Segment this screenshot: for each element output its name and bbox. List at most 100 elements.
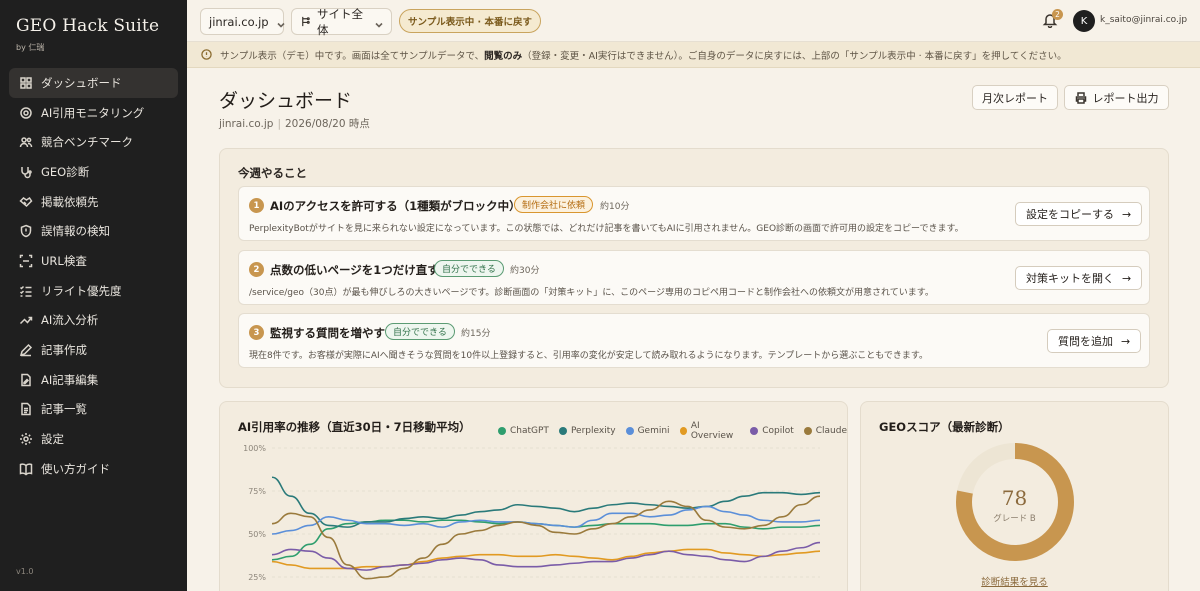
- sidebar-item-label: 掲載依頼先: [41, 194, 99, 209]
- score-grade: グレード B: [993, 514, 1036, 524]
- pen-icon: [19, 343, 33, 357]
- chevron-down-icon: [375, 18, 383, 28]
- y-tick-label: 50%: [248, 530, 266, 539]
- sidebar-item-label: AI流入分析: [41, 313, 99, 328]
- sample-mode-toggle[interactable]: サンプル表示中 · 本番に戻す: [399, 9, 541, 33]
- list-check-icon: [19, 284, 33, 298]
- arrow-right-icon: →: [1122, 207, 1132, 221]
- export-report-button[interactable]: レポート出力: [1064, 85, 1169, 110]
- sidebar-item-label: 使い方ガイド: [41, 461, 110, 476]
- sidebar-item-6[interactable]: URL検査: [9, 246, 178, 276]
- sidebar-item-label: AI記事編集: [41, 372, 99, 387]
- scope-icon: [300, 16, 311, 27]
- page-date: 2026/08/20 時点: [284, 118, 370, 130]
- page-domain: jinrai.co.jp: [219, 118, 274, 130]
- task-badge: 自分でできる: [385, 323, 455, 340]
- task-title: AIのアクセスを許可する（1種類がブロック中）: [270, 199, 521, 213]
- version-label: v1.0: [16, 567, 34, 576]
- topbar: jinrai.co.jp サイト全体 サンプル表示中 · 本番に戻す 2 K k…: [187, 0, 1200, 42]
- printer-icon: [1075, 91, 1093, 104]
- file-edit-icon: [19, 373, 33, 387]
- sidebar-item-10[interactable]: AI記事編集: [9, 365, 178, 395]
- sidebar-nav: ダッシュボード AI引用モニタリング 競合ベンチマーク GEO診断掲載依頼先誤情報の検…: [9, 68, 178, 484]
- file-list-icon: [19, 402, 33, 416]
- task-badge: 制作会社に依頼: [514, 196, 594, 213]
- sidebar-item-12[interactable]: 設定: [9, 424, 178, 454]
- sidebar-item-label: URL検査: [41, 253, 87, 268]
- series-line-perplexity: [271, 476, 821, 528]
- users-icon: [19, 135, 33, 149]
- target-icon: [19, 106, 33, 120]
- sidebar-item-label: ダッシュボード: [41, 75, 122, 90]
- task-title: 点数の低いページを1つだけ直す: [270, 263, 439, 277]
- sidebar-item-label: 記事作成: [41, 343, 87, 358]
- sidebar-item-0[interactable]: ダッシュボード: [9, 68, 178, 98]
- sidebar-item-4[interactable]: 掲載依頼先: [9, 187, 178, 217]
- task-action-button[interactable]: 設定をコピーする →: [1015, 202, 1143, 226]
- page-meta: jinrai.co.jp | 2026/08/20 時点: [219, 116, 370, 131]
- domain-select[interactable]: jinrai.co.jp: [200, 8, 285, 35]
- sidebar-item-11[interactable]: 記事一覧: [9, 395, 178, 425]
- arrow-right-icon: →: [1121, 334, 1131, 348]
- notification-button[interactable]: 2: [1042, 9, 1063, 30]
- task-card: 1 AIのアクセスを許可する（1種類がブロック中） 制作会社に依頼 約10分 Perpl…: [238, 186, 1150, 241]
- sidebar-item-3[interactable]: GEO診断: [9, 157, 178, 187]
- task-card: 2 点数の低いページを1つだけ直す 自分でできる 約30分/service/geo（3…: [238, 250, 1150, 305]
- series-line-gemini: [271, 505, 821, 535]
- handshake-icon: [19, 195, 33, 209]
- sidebar-item-8[interactable]: AI流入分析: [9, 306, 178, 336]
- sidebar-item-9[interactable]: 記事作成: [9, 335, 178, 365]
- sidebar-item-label: AI引用モニタリング: [41, 105, 145, 120]
- brand: GEO Hack Suite by 仁瑞: [16, 16, 159, 53]
- notice-text: サンプル表示（デモ）中です。画面は全てサンプルデータで、閲覧のみ（登録・変更・A…: [220, 50, 1067, 62]
- citation-chart-panel: AI引用率の推移（直近30日・7日移動平均） ChatGPT Perplexity…: [219, 401, 848, 591]
- trend-icon: [19, 313, 33, 327]
- citation-line-chart: 100% 75% 50% 25%: [243, 444, 821, 582]
- user-email[interactable]: k_saito@jinrai.co.jp: [1100, 15, 1187, 25]
- sidebar-item-7[interactable]: リライト優先度: [9, 276, 178, 306]
- weekly-tasks-panel: 今週やること 1 AIのアクセスを許可する（1種類がブロック中） 制作会社に依頼 約1…: [219, 148, 1169, 388]
- task-title: 監視する質問を増やす: [270, 326, 385, 340]
- domain-select-value: jinrai.co.jp: [209, 14, 269, 29]
- task-action-label: 設定をコピーする: [1026, 208, 1114, 221]
- sidebar-item-label: 設定: [41, 432, 64, 447]
- sidebar-item-label: 記事一覧: [41, 402, 87, 417]
- info-icon: [201, 49, 212, 60]
- app-title: GEO Hack Suite: [16, 16, 160, 36]
- series-line-copilot: [271, 541, 821, 571]
- sidebar-item-label: 誤情報の検知: [41, 224, 110, 239]
- task-action-button[interactable]: 対策キットを開く →: [1015, 266, 1143, 290]
- view-diagnosis-link[interactable]: 診断結果を見る: [861, 574, 1168, 588]
- y-tick-label: 25%: [248, 573, 266, 582]
- task-action-label: 対策キットを開く: [1026, 272, 1114, 285]
- sidebar-item-5[interactable]: 誤情報の検知: [9, 216, 178, 246]
- sidebar-item-2[interactable]: 競合ベンチマーク: [9, 127, 178, 157]
- sidebar-item-label: 競合ベンチマーク: [41, 135, 133, 150]
- geo-score-panel: GEOスコア（最新診断） 78 グレード B 診断結果を見る: [860, 401, 1169, 591]
- sidebar-item-13[interactable]: 使い方ガイド: [9, 454, 178, 484]
- scope-select-value: サイト全体: [317, 6, 363, 37]
- book-icon: [19, 462, 33, 476]
- task-description: PerplexityBotがサイトを見に来られない設定になっています。この状態で…: [249, 224, 964, 234]
- y-tick-label: 75%: [248, 487, 266, 496]
- arrow-right-icon: →: [1122, 271, 1132, 285]
- monthly-report-button[interactable]: 月次レポート: [972, 85, 1058, 110]
- sidebar: GEO Hack Suite by 仁瑞 ダッシュボード AI引用モニタリング 競合…: [0, 0, 187, 591]
- weekly-tasks-title: 今週やること: [238, 166, 307, 180]
- meta-divider: |: [277, 118, 281, 130]
- grid-icon: [19, 76, 33, 90]
- task-badge: 自分でできる: [434, 260, 504, 277]
- shield-alert-icon: [19, 224, 33, 238]
- notification-count-badge: 2: [1052, 9, 1063, 20]
- task-time: 約30分: [510, 266, 540, 276]
- sample-notice-banner: サンプル表示（デモ）中です。画面は全てサンプルデータで、閲覧のみ（登録・変更・A…: [187, 42, 1200, 68]
- task-action-button[interactable]: 質問を追加 →: [1047, 329, 1142, 353]
- avatar[interactable]: K: [1073, 10, 1095, 32]
- scope-select[interactable]: サイト全体: [291, 6, 392, 37]
- sidebar-item-1[interactable]: AI引用モニタリング: [9, 98, 178, 128]
- sidebar-item-label: GEO診断: [41, 164, 90, 179]
- task-number: 1: [249, 198, 264, 213]
- stethoscope-icon: [19, 165, 33, 179]
- export-report-label: レポート出力: [1092, 91, 1159, 105]
- task-action-label: 質問を追加: [1058, 335, 1113, 348]
